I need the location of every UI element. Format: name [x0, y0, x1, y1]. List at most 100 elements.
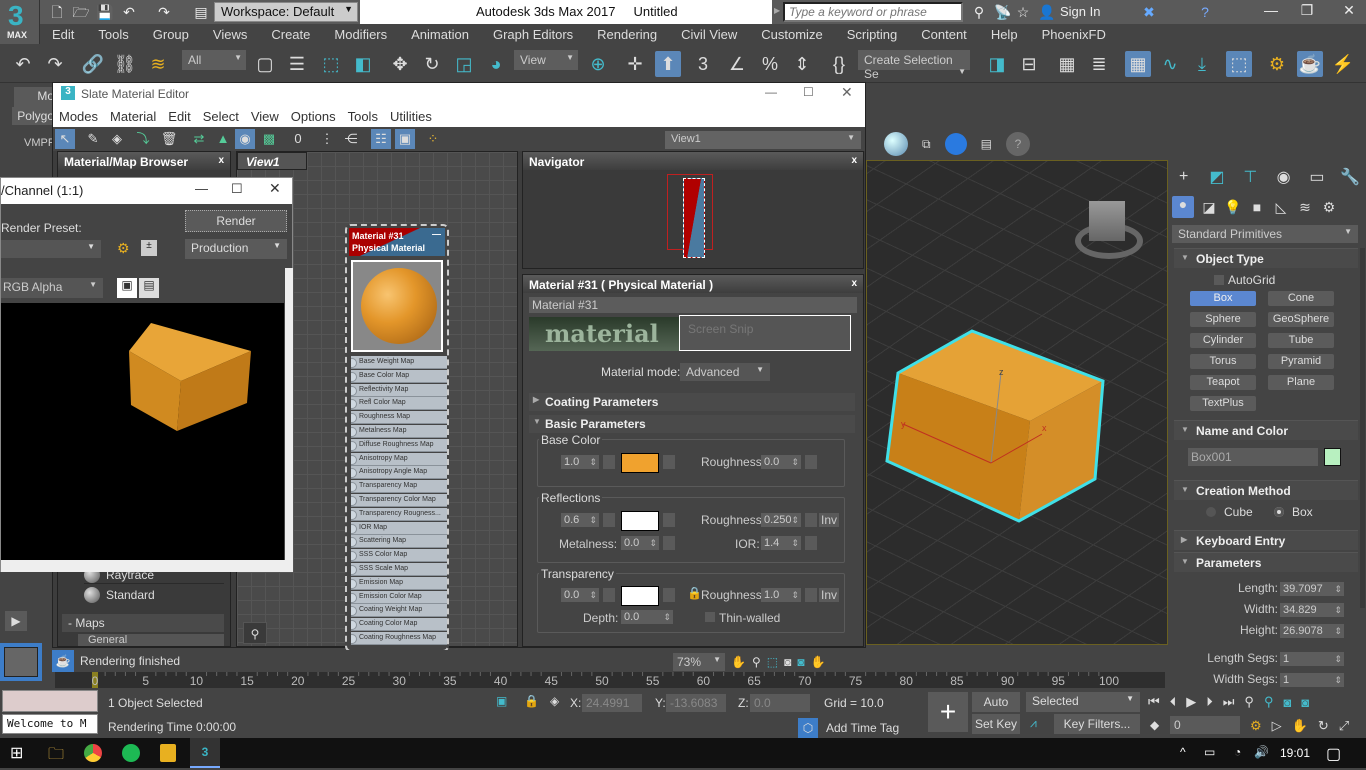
menu-edit[interactable]: Edit	[40, 24, 86, 45]
app-menu-button[interactable]: 3 MAX	[0, 0, 40, 44]
reference-coordinate-dropdown[interactable]: View ▼	[514, 50, 578, 70]
spinner-snap-icon[interactable]: ⇕	[789, 51, 815, 77]
curve-editor-icon[interactable]: ∿	[1157, 51, 1183, 77]
node-slot[interactable]: Diffuse Roughness Map	[351, 438, 447, 452]
object-color-swatch[interactable]	[1324, 448, 1341, 466]
set-key-button[interactable]: Set Key	[972, 714, 1020, 734]
menu-phoenixfd[interactable]: PhoenixFD	[1030, 24, 1118, 45]
layer-explorer-icon[interactable]: ≣	[1086, 51, 1112, 77]
node-slot[interactable]: Base Weight Map	[351, 356, 447, 369]
place-icon[interactable]: ◕	[483, 51, 509, 77]
geometry-icon[interactable]: ●	[1172, 196, 1194, 218]
autogrid-checkbox[interactable]	[1214, 275, 1224, 285]
shapes-icon[interactable]: ◪	[1200, 199, 1218, 216]
spotify-icon[interactable]	[122, 744, 140, 762]
restore-button[interactable]: ❐	[1292, 2, 1322, 22]
chrome-icon[interactable]	[84, 744, 102, 762]
rendered-frame-window-icon[interactable]: ☕	[1297, 51, 1323, 77]
menu-graph-editors[interactable]: Graph Editors	[481, 24, 585, 45]
menu-rendering[interactable]: Rendering	[585, 24, 669, 45]
modify-tab-icon[interactable]: ◩	[1205, 167, 1228, 187]
torus-button[interactable]: Torus	[1190, 354, 1256, 369]
browser-maps-group[interactable]: - Maps	[62, 614, 224, 632]
angle-snap-icon[interactable]: ∠	[724, 51, 750, 77]
material-name-field[interactable]: Material #31	[529, 297, 857, 313]
node-slot[interactable]: Emission Map	[351, 576, 447, 590]
menu-tools[interactable]: Tools	[86, 24, 140, 45]
close-icon[interactable]: x	[851, 278, 857, 289]
perspective-viewport[interactable]: z y x	[866, 160, 1168, 645]
environment-exposure-icon[interactable]: ±	[141, 240, 157, 256]
reflection-roughness-invert[interactable]: Inv	[819, 513, 840, 527]
rollout-object-type[interactable]: Object Type	[1174, 248, 1358, 268]
node-slot[interactable]: Scattering Map	[351, 535, 447, 549]
close-icon[interactable]: x	[218, 155, 224, 166]
menu-group[interactable]: Group	[141, 24, 201, 45]
box-object[interactable]	[867, 161, 1168, 645]
play-icon[interactable]: ▶	[1186, 694, 1196, 710]
display-tab-icon[interactable]: ▭	[1305, 167, 1328, 187]
zoom-extents-selected-icon[interactable]: ◙	[797, 655, 804, 669]
unlink-icon[interactable]: ⛓	[112, 51, 138, 77]
snaps-toggle-icon[interactable]: 3	[690, 51, 716, 77]
cylinder-button[interactable]: Cylinder	[1190, 333, 1256, 348]
geosphere-button[interactable]: GeoSphere	[1268, 312, 1334, 327]
node-slot[interactable]: IOR Map	[351, 521, 447, 535]
rectangular-selection-icon[interactable]: ⬚	[318, 51, 344, 77]
windows-start-icon[interactable]: ⊞	[10, 743, 23, 763]
go-to-end-icon[interactable]: ⏭	[1223, 694, 1235, 710]
box-radio[interactable]	[1274, 507, 1284, 517]
maximize-button[interactable]: ☐	[803, 85, 814, 99]
eyedropper-icon[interactable]: ✎	[83, 129, 103, 149]
base-roughness-spinner[interactable]: 0.0	[761, 455, 801, 469]
sticky-notes-icon[interactable]	[160, 744, 176, 762]
reflection-color-swatch[interactable]	[621, 511, 659, 531]
lock-icon[interactable]: 🔒	[687, 586, 702, 600]
zoom-icon[interactable]: ⚲	[752, 655, 761, 669]
orbit-icon[interactable]: ↻	[1318, 718, 1329, 734]
transparency-color-map-button[interactable]	[663, 588, 675, 602]
redo-icon[interactable]: ↷	[42, 51, 68, 77]
project-icon[interactable]: ▤	[192, 3, 210, 21]
slate-menu-edit[interactable]: Edit	[162, 105, 196, 128]
undo-icon[interactable]: ↶	[120, 3, 138, 21]
node-slot[interactable]: SSS Color Map	[351, 549, 447, 563]
scale-icon[interactable]: ◲	[451, 51, 477, 77]
node-slot[interactable]: Metalness Map	[351, 425, 447, 438]
object-name-field[interactable]: Box001	[1188, 448, 1318, 466]
menu-help[interactable]: Help	[979, 24, 1030, 45]
base-color-map-button[interactable]	[663, 455, 675, 469]
rollout-coating-parameters[interactable]: ▶ Coating Parameters	[529, 393, 855, 411]
node-slot[interactable]: Reflectivity Map	[351, 383, 447, 397]
monochrome-icon[interactable]: ▤	[139, 278, 159, 298]
exchange-icon[interactable]: ✖	[1140, 3, 1158, 21]
reflection-weight-map-button[interactable]	[603, 513, 615, 527]
node-slot[interactable]: Transparency Color Map	[351, 494, 447, 507]
keyboard-shortcut-override-icon[interactable]: ⬆	[655, 51, 681, 77]
collapse-icon[interactable]: —	[432, 228, 441, 240]
cube-radio[interactable]	[1206, 507, 1216, 517]
node-slot[interactable]: Coating Weight Map	[351, 604, 447, 618]
undo-icon[interactable]: ↶	[10, 51, 36, 77]
space-warps-icon[interactable]: ≋	[1296, 199, 1314, 216]
command-panel-scrollbar[interactable]	[1360, 248, 1365, 608]
close-button[interactable]: ✕	[1334, 2, 1364, 22]
move-icon[interactable]: ✥	[387, 51, 413, 77]
close-button[interactable]: ✕	[841, 84, 853, 101]
render-button[interactable]: Render	[185, 210, 287, 232]
node-slot[interactable]: Transparency Rougness...	[351, 507, 447, 521]
rotate-icon[interactable]: ↻	[419, 51, 445, 77]
slate-menu-tools[interactable]: Tools	[342, 105, 384, 128]
minimize-button[interactable]: —	[765, 85, 777, 99]
selection-lock-icon[interactable]: 🔒	[524, 694, 539, 708]
transparency-roughness-invert[interactable]: Inv	[819, 588, 840, 602]
node-slot[interactable]: Emission Color Map	[351, 590, 447, 604]
menu-animation[interactable]: Animation	[399, 24, 481, 45]
layout-children-icon[interactable]: ⋲	[341, 129, 361, 149]
material-id-icon[interactable]: 0	[288, 129, 308, 149]
teapot-button[interactable]: Teapot	[1190, 375, 1256, 390]
redo-icon[interactable]: ↷	[155, 3, 173, 21]
slate-menu-material[interactable]: Material	[104, 105, 162, 128]
pan-to-selected-icon[interactable]: ✋	[811, 655, 826, 669]
zoom-extents-all-icon[interactable]: ◙	[1301, 695, 1309, 710]
